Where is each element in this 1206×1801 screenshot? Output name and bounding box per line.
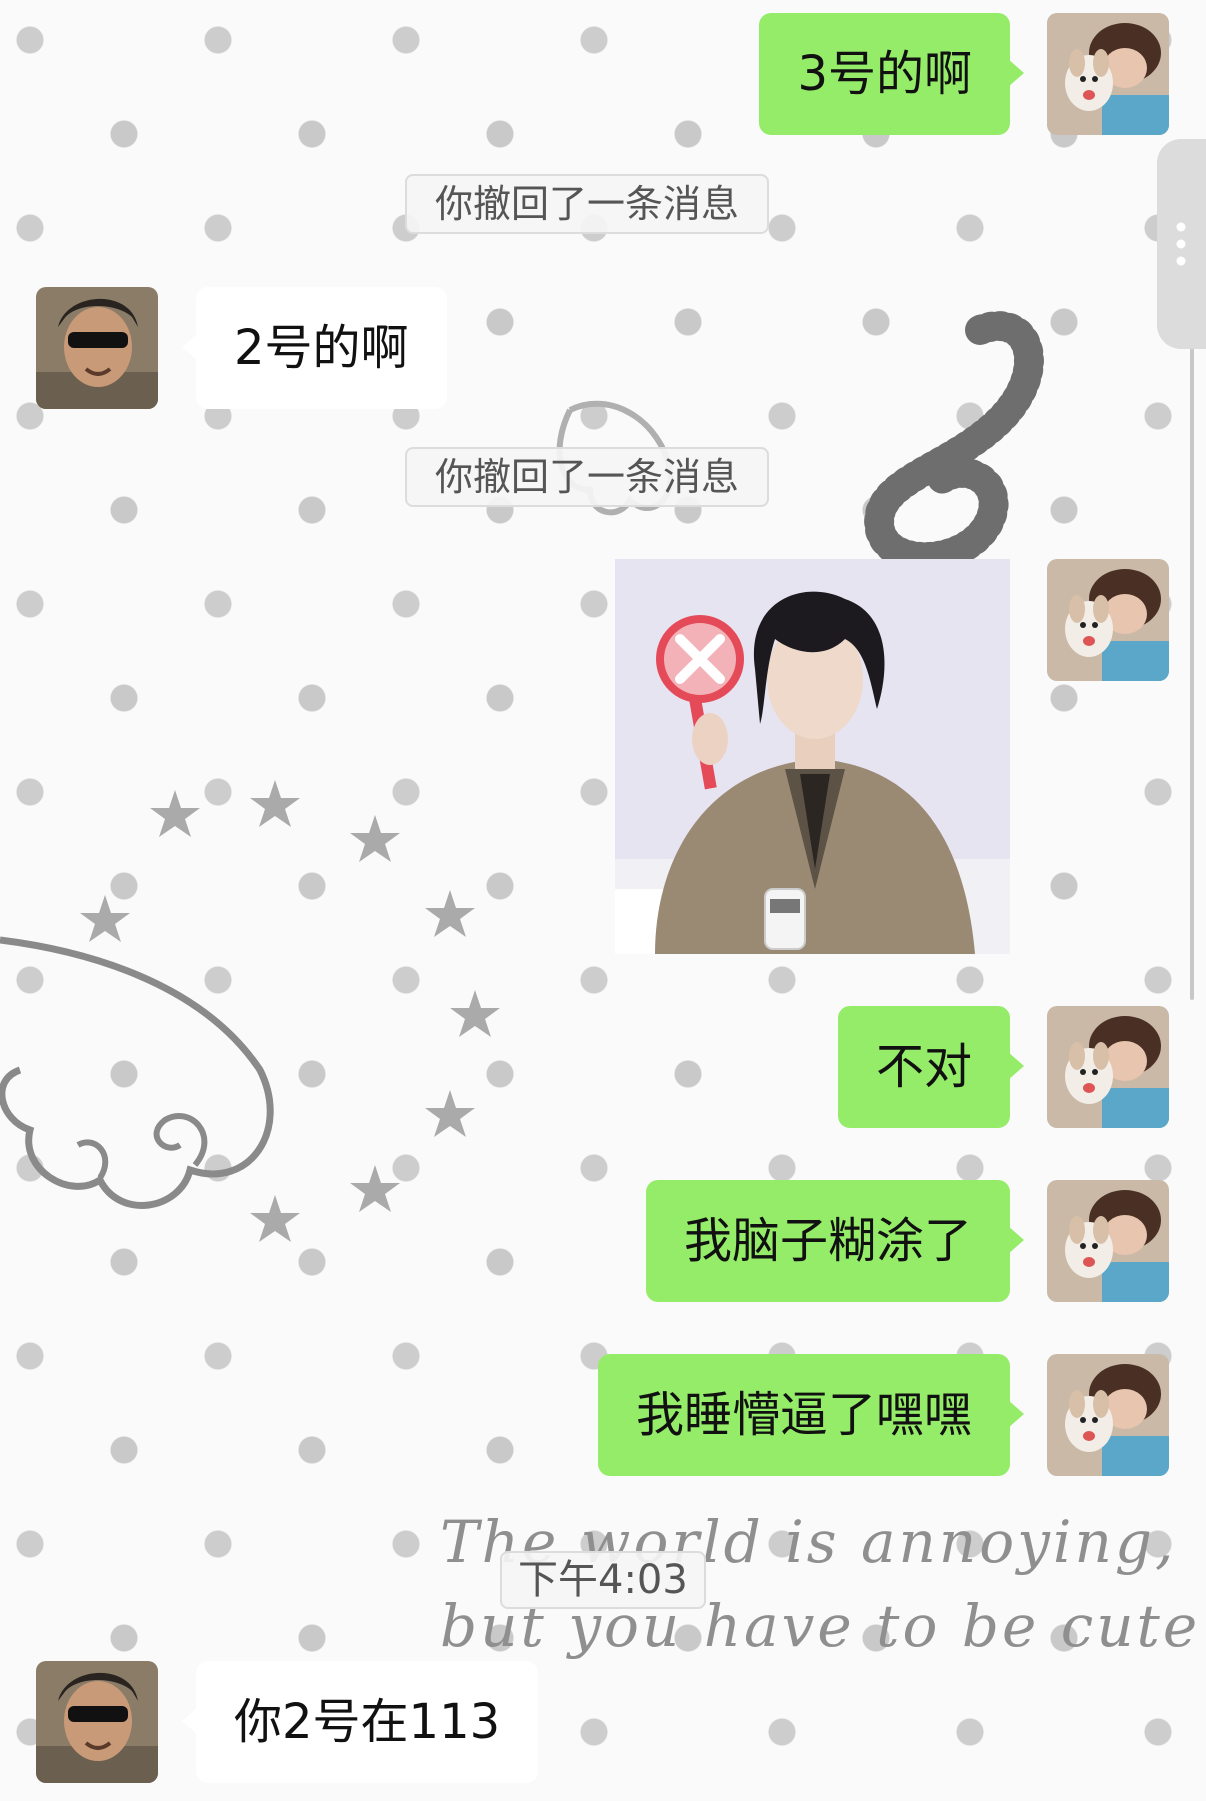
- image-message[interactable]: [615, 559, 1010, 954]
- wing-decoration: [0, 936, 274, 1209]
- scrollbar-track[interactable]: [1190, 290, 1194, 1000]
- my-avatar[interactable]: [1047, 1354, 1169, 1476]
- contact-avatar[interactable]: [36, 287, 158, 409]
- message-bubble-sent[interactable]: 我脑子糊涂了: [645, 1180, 1025, 1302]
- my-avatar[interactable]: [1047, 1006, 1169, 1128]
- wallpaper-dots: [0, 0, 1206, 1801]
- message-bubble-sent[interactable]: 3号的啊: [759, 13, 1024, 135]
- message-bubble-sent[interactable]: 我睡懵逼了嘿嘿: [597, 1354, 1025, 1476]
- message-bubble-sent[interactable]: 不对: [837, 1006, 1025, 1128]
- treble-clef-decoration: [864, 311, 1044, 570]
- scroll-handle[interactable]: [1157, 139, 1206, 349]
- timestamp: 下午4:03: [500, 1551, 706, 1609]
- recall-notice: 你撤回了一条消息: [405, 174, 770, 234]
- message-bubble-received[interactable]: 你2号在113: [181, 1661, 539, 1783]
- recall-notice: 你撤回了一条消息: [405, 447, 770, 507]
- my-avatar[interactable]: [1047, 13, 1169, 135]
- my-avatar[interactable]: [1047, 559, 1169, 681]
- my-avatar[interactable]: [1047, 1180, 1169, 1302]
- stars-decoration: [80, 780, 500, 1242]
- message-bubble-received[interactable]: 2号的啊: [182, 287, 447, 409]
- contact-avatar[interactable]: [36, 1661, 158, 1783]
- more-vertical-icon: [1176, 222, 1186, 266]
